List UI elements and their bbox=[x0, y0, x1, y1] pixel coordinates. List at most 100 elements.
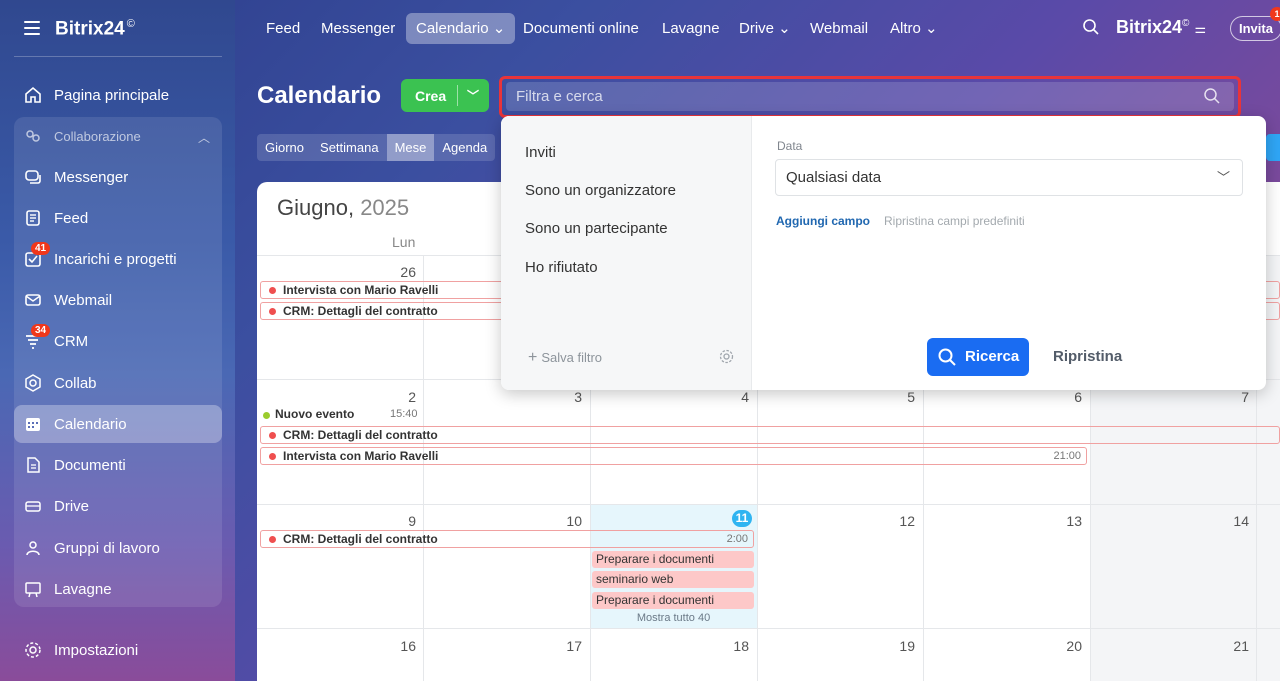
plus-icon: + bbox=[528, 349, 538, 366]
sidebar-item-label: Incarichi e progetti bbox=[54, 250, 177, 268]
day-number[interactable]: 20 bbox=[1052, 638, 1082, 654]
sidebar-item-gruppi[interactable]: Gruppi di lavoro bbox=[14, 529, 222, 567]
brand-logo[interactable]: Bitrix24 © bbox=[55, 18, 135, 40]
view-tab-giorno[interactable]: Giorno bbox=[257, 134, 312, 161]
gear-icon[interactable] bbox=[719, 349, 734, 364]
reset-fields-link[interactable]: Ripristina campi predefiniti bbox=[884, 214, 1025, 228]
calendar-event[interactable]: Nuovo evento 15:40 bbox=[259, 407, 419, 421]
grid-line bbox=[257, 628, 1280, 629]
nav-calendario[interactable]: Calendario ⌄ bbox=[406, 13, 516, 44]
sidebar-group-label: Collaborazione bbox=[54, 129, 141, 144]
menu-icon[interactable] bbox=[24, 21, 40, 35]
sidebar-item-label: Pagina principale bbox=[54, 86, 170, 104]
date-field-label: Data bbox=[777, 139, 803, 153]
day-number[interactable]: 9 bbox=[386, 513, 416, 529]
sidebar-item-label: CRM bbox=[54, 332, 89, 350]
calendar-event[interactable]: seminario web bbox=[592, 571, 754, 588]
sidebar-item-lavagne[interactable]: Lavagne bbox=[14, 570, 222, 608]
view-tab-mese[interactable]: Mese bbox=[386, 134, 435, 161]
reset-button[interactable]: Ripristina bbox=[1053, 348, 1122, 365]
chevron-down-icon: ﹀ bbox=[1216, 170, 1230, 185]
sidebar-item-label: Impostazioni bbox=[54, 641, 139, 659]
brand-name: Bitrix24 bbox=[55, 18, 125, 40]
settings-sliders-icon[interactable]: ⚌ bbox=[1194, 21, 1206, 36]
nav-documenti-online[interactable]: Documenti online bbox=[513, 13, 649, 44]
day-number[interactable]: 16 bbox=[386, 638, 416, 654]
sidebar-item-documenti[interactable]: Documenti bbox=[14, 446, 222, 484]
sidebar-item-messenger[interactable]: Messenger bbox=[14, 158, 222, 196]
add-field-link[interactable]: Aggiungi campo bbox=[776, 214, 870, 228]
day-number[interactable]: 4 bbox=[719, 389, 749, 405]
day-number[interactable]: 7 bbox=[1219, 389, 1249, 405]
search-button[interactable]: Ricerca bbox=[927, 338, 1029, 376]
day-number[interactable]: 14 bbox=[1219, 513, 1249, 529]
sidebar-item-label: Calendario bbox=[54, 415, 127, 433]
day-number[interactable]: 19 bbox=[885, 638, 915, 654]
search-icon bbox=[938, 348, 956, 366]
chevron-up-icon[interactable]: ︿ bbox=[198, 129, 210, 146]
day-number[interactable]: 3 bbox=[552, 389, 582, 405]
sidebar-item-feed[interactable]: Feed bbox=[14, 199, 222, 237]
search-icon[interactable] bbox=[1203, 87, 1221, 105]
sidebar-item-collab[interactable]: Collab bbox=[14, 364, 222, 402]
sidebar-group-header[interactable]: Collaborazione ︿ bbox=[14, 117, 222, 155]
preset-partecipante[interactable]: Sono un partecipante bbox=[525, 220, 668, 237]
sidebar-item-impostazioni[interactable]: Impostazioni bbox=[14, 631, 222, 669]
day-number[interactable]: 12 bbox=[885, 513, 915, 529]
chevron-down-icon[interactable]: ﹀ bbox=[467, 87, 479, 104]
day-number[interactable]: 26 bbox=[386, 264, 416, 280]
sidebar-item-webmail[interactable]: Webmail bbox=[14, 281, 222, 319]
collab-icon bbox=[25, 374, 41, 392]
settings-edge-button[interactable] bbox=[1266, 134, 1280, 161]
calendar-event[interactable]: Intervista con Mario Ravelli 21:00 bbox=[260, 447, 1087, 465]
nav-drive[interactable]: Drive ⌄ bbox=[729, 13, 801, 44]
preset-organizzatore[interactable]: Sono un organizzatore bbox=[525, 182, 676, 199]
day-number-today[interactable]: 11 bbox=[732, 510, 752, 527]
calendar-event[interactable]: Preparare i documenti bbox=[592, 592, 754, 609]
calendar-event[interactable]: Preparare i documenti bbox=[592, 551, 754, 568]
view-tab-settimana[interactable]: Settimana bbox=[312, 134, 387, 161]
sidebar-item-drive[interactable]: Drive bbox=[14, 487, 222, 525]
dow-label: Lun bbox=[392, 234, 416, 250]
sidebar-item-home[interactable]: Pagina principale bbox=[14, 76, 222, 114]
day-number[interactable]: 2 bbox=[386, 389, 416, 405]
preset-rifiutato[interactable]: Ho rifiutato bbox=[525, 259, 598, 276]
create-button[interactable]: Crea ﹀ bbox=[401, 79, 489, 112]
event-title: Nuovo evento bbox=[275, 407, 355, 421]
day-number[interactable]: 21 bbox=[1219, 638, 1249, 654]
search-icon[interactable] bbox=[1082, 18, 1100, 36]
save-filter-link[interactable]: + Salva filtro bbox=[528, 349, 602, 367]
tasks-badge: 41 bbox=[31, 242, 51, 255]
nav-webmail[interactable]: Webmail bbox=[800, 13, 878, 44]
day-number[interactable]: 5 bbox=[885, 389, 915, 405]
day-number[interactable]: 6 bbox=[1052, 389, 1082, 405]
sidebar-item-label: Lavagne bbox=[54, 580, 112, 598]
nav-lavagne[interactable]: Lavagne bbox=[652, 13, 730, 44]
sidebar-item-crm[interactable]: 34 CRM bbox=[14, 322, 222, 360]
sidebar-item-tasks[interactable]: 41 Incarichi e progetti bbox=[14, 240, 222, 278]
nav-feed[interactable]: Feed bbox=[256, 13, 310, 44]
sidebar-divider bbox=[14, 56, 222, 57]
preset-inviti[interactable]: Inviti bbox=[525, 144, 556, 161]
crm-badge: 34 bbox=[31, 324, 51, 337]
sidebar-item-calendario[interactable]: Calendario bbox=[14, 405, 222, 443]
nav-altro[interactable]: Altro ⌄ bbox=[880, 13, 948, 44]
day-number[interactable]: 17 bbox=[552, 638, 582, 654]
day-number[interactable]: 13 bbox=[1052, 513, 1082, 529]
sidebar-item-label: Feed bbox=[54, 209, 89, 227]
day-number[interactable]: 10 bbox=[552, 513, 582, 529]
show-all-link[interactable]: Mostra tutto 40 bbox=[590, 612, 757, 624]
whiteboard-icon bbox=[25, 582, 41, 598]
date-field-select[interactable]: Qualsiasi data ﹀ bbox=[775, 159, 1243, 196]
calendar-event[interactable]: CRM: Dettagli del contratto bbox=[260, 426, 1280, 444]
drive-icon bbox=[25, 501, 41, 512]
document-icon bbox=[27, 457, 40, 473]
day-number[interactable]: 18 bbox=[719, 638, 749, 654]
calendar-event[interactable]: CRM: Dettagli del contratto 2:00 bbox=[260, 530, 754, 548]
nav-brand-logo[interactable]: Bitrix24© ⚌ bbox=[1116, 17, 1206, 38]
filter-search-input[interactable] bbox=[506, 82, 1234, 111]
mail-icon bbox=[25, 294, 41, 306]
create-button-label: Crea bbox=[415, 88, 447, 104]
view-tab-agenda[interactable]: Agenda bbox=[434, 134, 495, 161]
nav-messenger[interactable]: Messenger bbox=[311, 13, 405, 44]
